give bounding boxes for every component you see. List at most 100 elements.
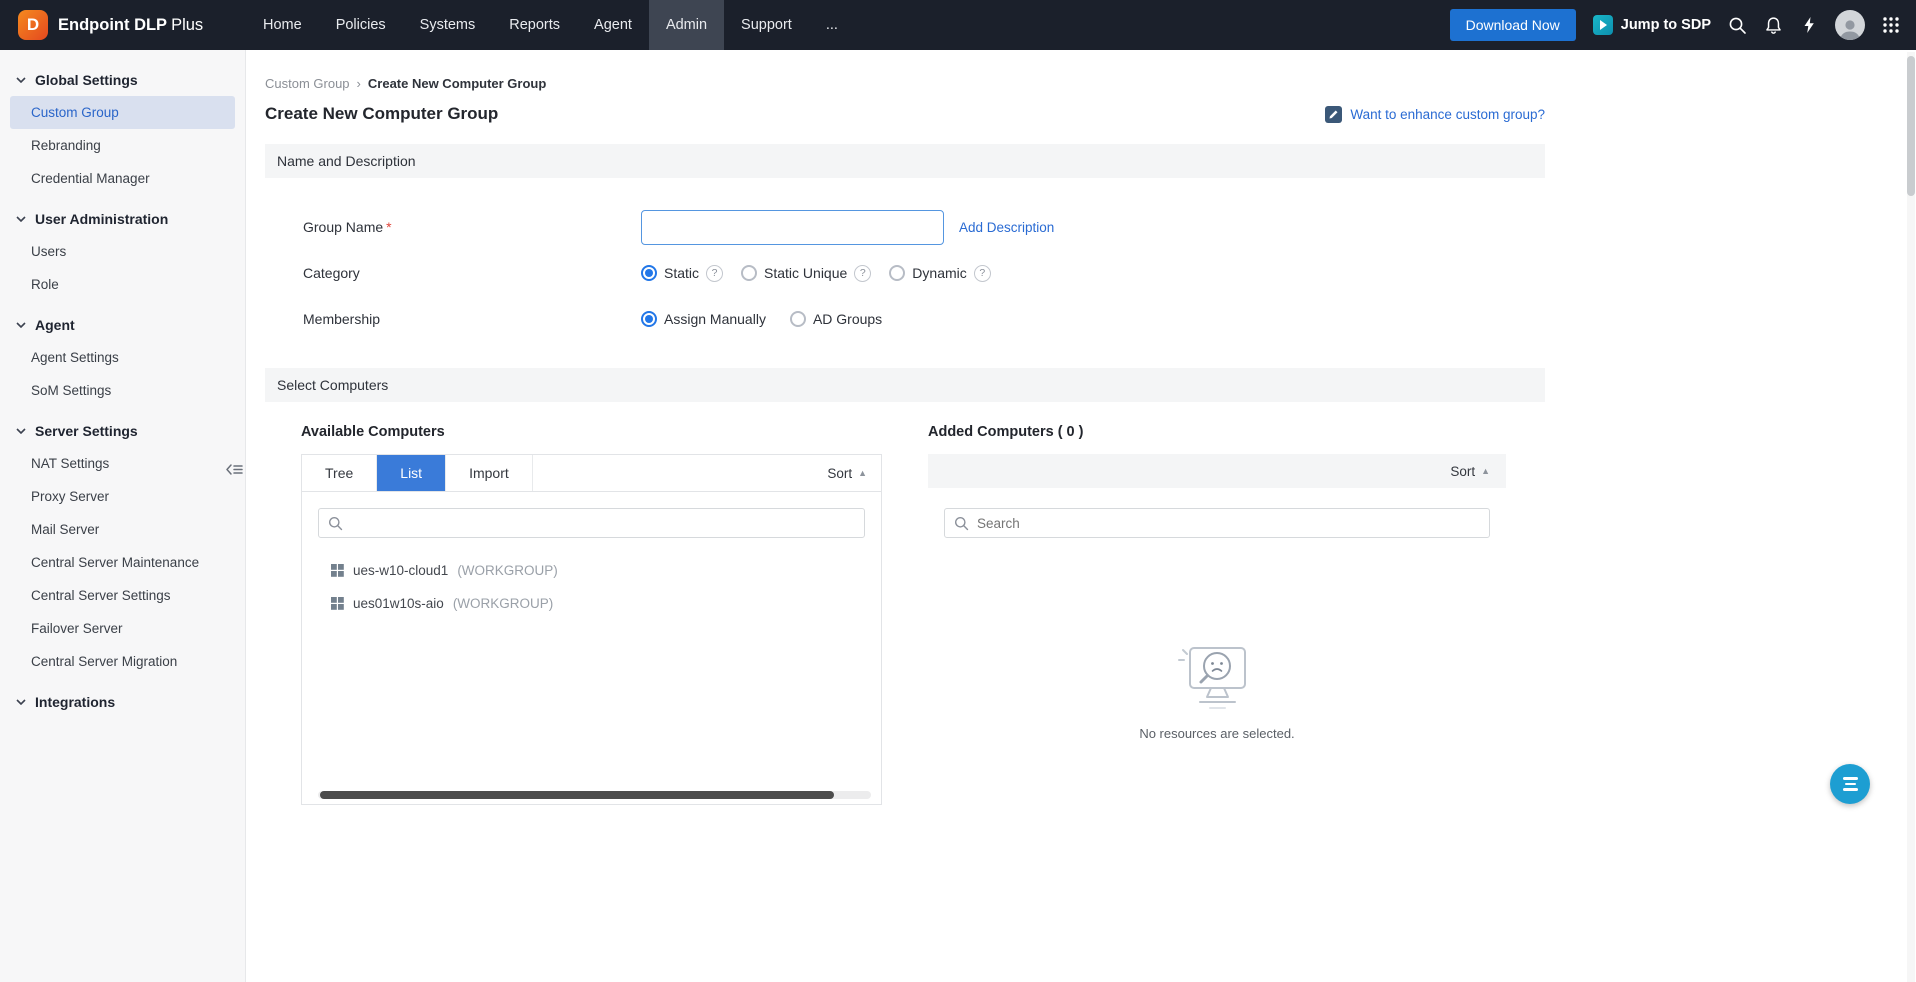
membership-row: Membership Assign Manually AD Groups: [303, 296, 1545, 342]
chevron-down-icon: [16, 699, 26, 705]
horizontal-scrollbar-thumb[interactable]: [320, 791, 834, 799]
search-icon[interactable]: [1728, 16, 1747, 35]
sidebar-item-nat-settings[interactable]: NAT Settings: [0, 447, 245, 480]
category-option-dynamic[interactable]: Dynamic: [889, 265, 966, 281]
chevron-down-icon: [16, 322, 26, 328]
category-row: Category Static ? Static Unique ?: [303, 250, 1545, 296]
main-content: Custom Group › Create New Computer Group…: [246, 50, 1916, 982]
chevron-down-icon: [16, 428, 26, 434]
sidebar-header-global-settings[interactable]: Global Settings: [0, 64, 245, 96]
page-title: Create New Computer Group: [265, 104, 498, 124]
sidebar-item-rebranding[interactable]: Rebranding: [0, 129, 245, 162]
added-search-box: [944, 508, 1490, 538]
sidebar-item-role[interactable]: Role: [0, 268, 245, 301]
windows-icon: [331, 564, 344, 577]
brand-logo-icon: D: [18, 10, 48, 40]
sdp-icon: [1593, 15, 1613, 35]
added-computers-title: Added Computers ( 0 ): [928, 424, 1506, 440]
nav-item-admin[interactable]: Admin: [649, 0, 724, 50]
nav-item-systems[interactable]: Systems: [403, 0, 493, 50]
breadcrumb-current: Create New Computer Group: [368, 76, 546, 91]
sort-arrow-icon: ▲: [858, 468, 867, 478]
sidebar-item-users[interactable]: Users: [0, 235, 245, 268]
enhance-custom-group-link[interactable]: Want to enhance custom group?: [1325, 106, 1545, 123]
tab-import[interactable]: Import: [446, 455, 533, 491]
radio-icon: [889, 265, 905, 281]
sidebar-item-central-server-migration[interactable]: Central Server Migration: [0, 645, 245, 678]
help-icon-static[interactable]: ?: [706, 265, 723, 282]
sidebar-header-integrations[interactable]: Integrations: [0, 686, 245, 718]
sidebar-item-central-server-settings[interactable]: Central Server Settings: [0, 579, 245, 612]
help-icon-dynamic[interactable]: ?: [974, 265, 991, 282]
sidebar-item-mail-server[interactable]: Mail Server: [0, 513, 245, 546]
sidebar-item-custom-group[interactable]: Custom Group: [10, 96, 235, 129]
sidebar-header-server-settings[interactable]: Server Settings: [0, 415, 245, 447]
category-option-static[interactable]: Static: [641, 265, 699, 281]
floating-menu-button[interactable]: [1830, 764, 1870, 804]
jump-to-sdp-button[interactable]: Jump to SDP: [1593, 15, 1711, 35]
nav-item-support[interactable]: Support: [724, 0, 809, 50]
sidebar-collapse-button[interactable]: [226, 463, 243, 481]
windows-icon: [331, 597, 344, 610]
required-asterisk: *: [386, 219, 391, 235]
sidebar-item-credential-manager[interactable]: Credential Manager: [0, 162, 245, 195]
notification-bell-icon[interactable]: [1764, 16, 1783, 35]
added-search-input[interactable]: [977, 516, 1480, 531]
nav-item-agent[interactable]: Agent: [577, 0, 649, 50]
added-sort-button[interactable]: Sort ▲: [928, 454, 1506, 488]
nav-item-policies[interactable]: Policies: [319, 0, 403, 50]
add-description-link[interactable]: Add Description: [959, 220, 1054, 235]
list-item-computer[interactable]: ues01w10s-aio (WORKGROUP): [302, 587, 881, 620]
membership-option-ad-groups[interactable]: AD Groups: [790, 311, 882, 327]
menu-icon: [1843, 777, 1858, 780]
topbar-right: Download Now Jump to SDP: [1450, 0, 1916, 50]
sidebar-section-agent: Agent Agent Settings SoM Settings: [0, 309, 245, 407]
main-nav: Home Policies Systems Reports Agent Admi…: [246, 0, 855, 50]
nav-item-reports[interactable]: Reports: [492, 0, 577, 50]
available-computers-title: Available Computers: [301, 424, 882, 440]
vertical-scrollbar[interactable]: [1907, 52, 1915, 982]
sidebar-section-global-settings: Global Settings Custom Group Rebranding …: [0, 64, 245, 195]
download-now-button[interactable]: Download Now: [1450, 9, 1576, 41]
empty-state: No resources are selected.: [928, 644, 1506, 741]
breadcrumb-link-custom-group[interactable]: Custom Group: [265, 76, 350, 91]
nav-item-home[interactable]: Home: [246, 0, 319, 50]
pencil-edit-icon: [1325, 106, 1342, 123]
brand-name: Endpoint DLPPlus: [58, 16, 203, 35]
sidebar-item-proxy-server[interactable]: Proxy Server: [0, 480, 245, 513]
tab-list[interactable]: List: [377, 455, 446, 491]
sidebar-section-integrations: Integrations: [0, 686, 245, 718]
user-avatar[interactable]: [1835, 10, 1865, 40]
apps-grid-icon[interactable]: [1882, 16, 1900, 34]
available-search-box: [318, 508, 865, 538]
sidebar-item-failover-server[interactable]: Failover Server: [0, 612, 245, 645]
horizontal-scrollbar[interactable]: [318, 791, 871, 799]
group-name-input[interactable]: [641, 210, 944, 245]
available-sort-button[interactable]: Sort ▲: [827, 455, 881, 491]
empty-state-text: No resources are selected.: [1139, 726, 1294, 741]
tab-tree[interactable]: Tree: [302, 455, 377, 491]
sidebar-item-agent-settings[interactable]: Agent Settings: [0, 341, 245, 374]
app-root: D Endpoint DLPPlus Home Policies Systems…: [0, 0, 1916, 982]
membership-option-assign-manually[interactable]: Assign Manually: [641, 311, 766, 327]
empty-state-illustration: [1170, 644, 1265, 714]
search-icon: [328, 516, 343, 531]
breadcrumb: Custom Group › Create New Computer Group: [265, 76, 1545, 91]
sidebar-header-user-administration[interactable]: User Administration: [0, 203, 245, 235]
sort-arrow-icon: ▲: [1481, 466, 1490, 476]
vertical-scrollbar-thumb[interactable]: [1907, 56, 1915, 196]
radio-selected-icon: [641, 265, 657, 281]
chevron-down-icon: [16, 216, 26, 222]
help-icon-static-unique[interactable]: ?: [854, 265, 871, 282]
sidebar-item-central-server-maintenance[interactable]: Central Server Maintenance: [0, 546, 245, 579]
lightning-icon[interactable]: [1800, 16, 1818, 34]
list-item-computer[interactable]: ues-w10-cloud1 (WORKGROUP): [302, 554, 881, 587]
added-computers-panel: Added Computers ( 0 ) Sort ▲: [928, 424, 1506, 805]
category-option-static-unique[interactable]: Static Unique: [741, 265, 847, 281]
sidebar-header-agent[interactable]: Agent: [0, 309, 245, 341]
available-list-body: ues-w10-cloud1 (WORKGROUP) ues01w10s-aio…: [302, 492, 881, 804]
sidebar-item-som-settings[interactable]: SoM Settings: [0, 374, 245, 407]
nav-item-more[interactable]: ...: [809, 0, 855, 50]
search-icon: [954, 516, 969, 531]
available-search-input[interactable]: [351, 516, 855, 531]
